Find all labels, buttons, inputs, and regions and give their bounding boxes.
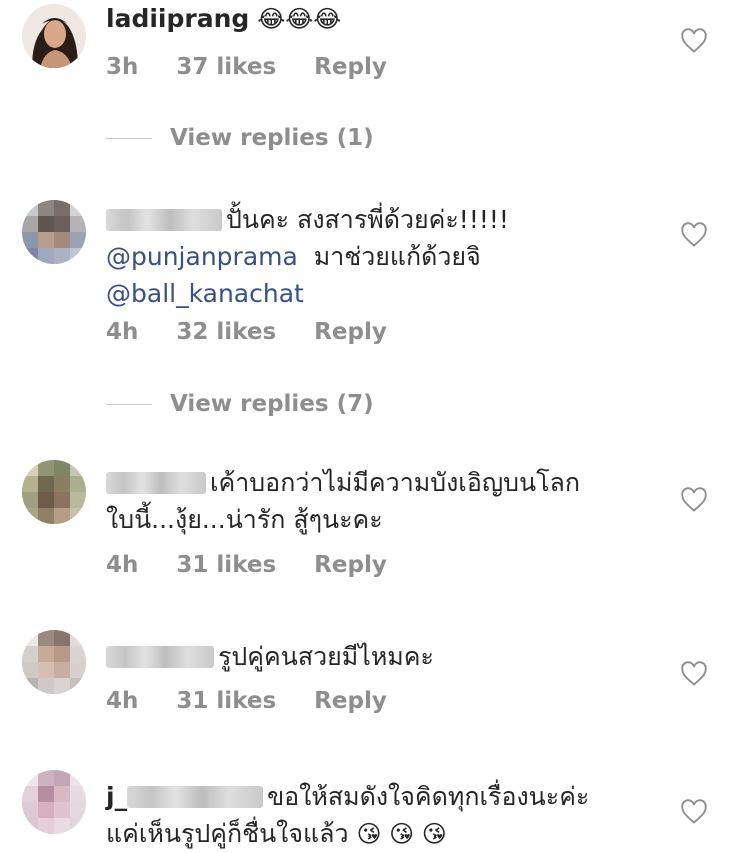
comment-body: ปั้นคะ สงสารพี่ด้วยค่ะ!!!!! xyxy=(226,205,509,234)
comment-text: j_ ขอให้สมดังใจคิดทุกเรื่องนะค่ะ แค่เห็นร… xyxy=(106,778,646,853)
comment-line: รูปคู่คนสวยมีไหมคะ xyxy=(106,638,646,675)
comment-username-prefix[interactable]: j_ xyxy=(106,782,127,811)
comment-time: 4h xyxy=(106,688,139,714)
blurred-username[interactable] xyxy=(106,646,214,668)
comment-meta: 4h 31 likes Reply xyxy=(106,688,417,714)
heart-outline-icon[interactable] xyxy=(680,27,708,55)
comment-line: ใบนี้...งุ้ย...น่ารัก สู้ๆนะคะ xyxy=(106,501,646,538)
comment-line: @punjanprama มาช่วยแก้ด้วยจิ xyxy=(106,238,646,275)
comment-body: มาช่วยแก้ด้วยจิ xyxy=(313,242,481,271)
comment-body: เค้าบอกว่าไม่มีความบังเอิญบนโลก xyxy=(210,468,580,497)
comment-line: ปั้นคะ สงสารพี่ด้วยค่ะ!!!!! xyxy=(106,201,646,238)
divider-line xyxy=(106,138,152,139)
avatar[interactable] xyxy=(22,200,86,264)
comment-meta: 4h 31 likes Reply xyxy=(106,552,417,578)
comment-body: แค่เห็นรูปคู่ก็ชื่นใจแล้ว xyxy=(106,819,349,848)
reply-button[interactable]: Reply xyxy=(314,319,387,345)
comment-item: ปั้นคะ สงสารพี่ด้วยค่ะ!!!!! @punjanprama… xyxy=(0,195,750,365)
avatar[interactable] xyxy=(22,770,86,834)
heart-outline-icon[interactable] xyxy=(680,486,708,514)
comment-line: เค้าบอกว่าไม่มีความบังเอิญบนโลก xyxy=(106,464,646,501)
comment-meta: 4h 32 likes Reply xyxy=(106,319,417,345)
comment-text: รูปคู่คนสวยมีไหมคะ xyxy=(106,638,646,675)
mention-link[interactable]: @ball_kanachat xyxy=(106,279,304,308)
view-replies-button[interactable]: View replies (1) xyxy=(106,125,374,151)
comment-item: ladiiprang 😂😂😂 3h 37 likes Reply xyxy=(0,0,750,130)
comment-line: @ball_kanachat xyxy=(106,275,646,312)
avatar[interactable] xyxy=(22,630,86,694)
comment-item: รูปคู่คนสวยมีไหมคะ 4h 31 likes Reply xyxy=(0,630,750,730)
comment-body: รูปคู่คนสวยมีไหมคะ xyxy=(218,642,434,671)
comment-item: เค้าบอกว่าไม่มีความบังเอิญบนโลก ใบนี้...… xyxy=(0,460,750,590)
blurred-username[interactable] xyxy=(127,786,264,808)
reply-button[interactable]: Reply xyxy=(314,54,387,80)
comment-line: j_ ขอให้สมดังใจคิดทุกเรื่องนะค่ะ xyxy=(106,778,646,815)
divider-line xyxy=(106,404,152,405)
comment-text: เค้าบอกว่าไม่มีความบังเอิญบนโลก ใบนี้...… xyxy=(106,464,646,538)
avatar[interactable] xyxy=(22,4,86,68)
comment-text: ladiiprang 😂😂😂 xyxy=(106,0,646,38)
blurred-username[interactable] xyxy=(106,209,222,231)
comment-body: 😂😂😂 xyxy=(257,5,342,33)
view-replies-label: View replies (1) xyxy=(170,125,374,151)
likes-count[interactable]: 31 likes xyxy=(176,688,276,714)
likes-count[interactable]: 31 likes xyxy=(176,552,276,578)
view-replies-label: View replies (7) xyxy=(170,391,374,417)
heart-outline-icon[interactable] xyxy=(680,798,708,826)
avatar[interactable] xyxy=(22,460,86,524)
heart-outline-icon[interactable] xyxy=(680,660,708,688)
heart-outline-icon[interactable] xyxy=(680,221,708,249)
comment-body: ขอให้สมดังใจคิดทุกเรื่องนะค่ะ xyxy=(267,782,590,811)
comment-line: แค่เห็นรูปคู่ก็ชื่นใจแล้ว 😘 😘 😘 xyxy=(106,815,646,853)
comment-text: ปั้นคะ สงสารพี่ด้วยค่ะ!!!!! @punjanprama… xyxy=(106,201,646,312)
reply-button[interactable]: Reply xyxy=(314,552,387,578)
reply-button[interactable]: Reply xyxy=(314,688,387,714)
likes-count[interactable]: 37 likes xyxy=(176,54,276,80)
comment-time: 3h xyxy=(106,54,139,80)
comment-username[interactable]: ladiiprang xyxy=(106,4,249,33)
comment-time: 4h xyxy=(106,552,139,578)
comment-body: ใบนี้...งุ้ย...น่ารัก สู้ๆนะคะ xyxy=(106,505,383,534)
mention-link[interactable]: @punjanprama xyxy=(106,242,298,271)
comment-meta: 3h 37 likes Reply xyxy=(106,54,417,80)
view-replies-button[interactable]: View replies (7) xyxy=(106,391,374,417)
likes-count[interactable]: 32 likes xyxy=(176,319,276,345)
comment-item: j_ ขอให้สมดังใจคิดทุกเรื่องนะค่ะ แค่เห็นร… xyxy=(0,770,750,852)
comment-emoji: 😘 😘 😘 xyxy=(356,820,447,848)
blurred-username[interactable] xyxy=(106,472,206,494)
comment-time: 4h xyxy=(106,319,139,345)
